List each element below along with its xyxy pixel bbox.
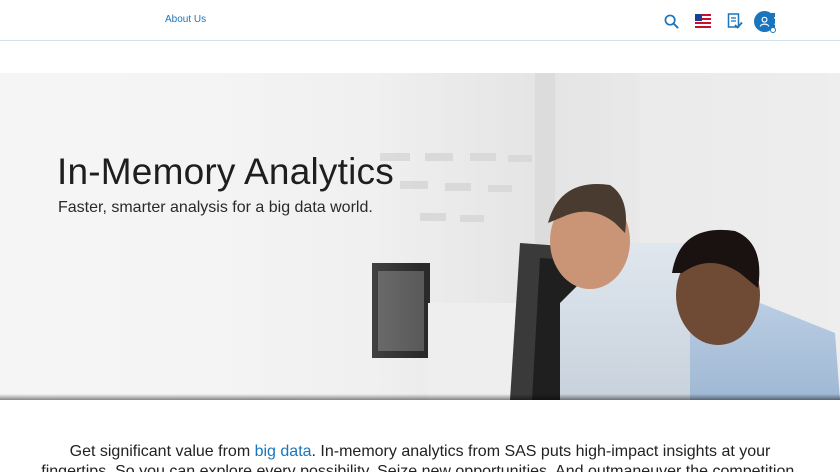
nav-about-us[interactable]: About Us [165, 14, 206, 25]
hero-subtitle: Faster, smarter analysis for a big data … [58, 199, 373, 216]
hero-bottom-shadow [0, 394, 840, 400]
trial-button[interactable] [726, 12, 744, 30]
search-button[interactable] [662, 12, 680, 30]
document-check-icon [727, 12, 743, 29]
user-icon [759, 16, 770, 27]
hero-photo [0, 73, 840, 400]
search-icon [664, 14, 679, 29]
site-header: About Us [0, 0, 840, 41]
us-flag-icon [695, 14, 711, 28]
status-dot [770, 27, 776, 33]
country-selector[interactable] [694, 12, 712, 30]
intro-lead: Get significant value from [69, 443, 255, 460]
hero-banner: In-Memory Analytics Faster, smarter anal… [0, 73, 840, 400]
intro-paragraph: Get significant value from big data. In-… [40, 442, 800, 472]
hero-title: In-Memory Analytics [57, 151, 394, 192]
big-data-link[interactable]: big data [255, 443, 312, 460]
account-button[interactable] [754, 11, 776, 33]
